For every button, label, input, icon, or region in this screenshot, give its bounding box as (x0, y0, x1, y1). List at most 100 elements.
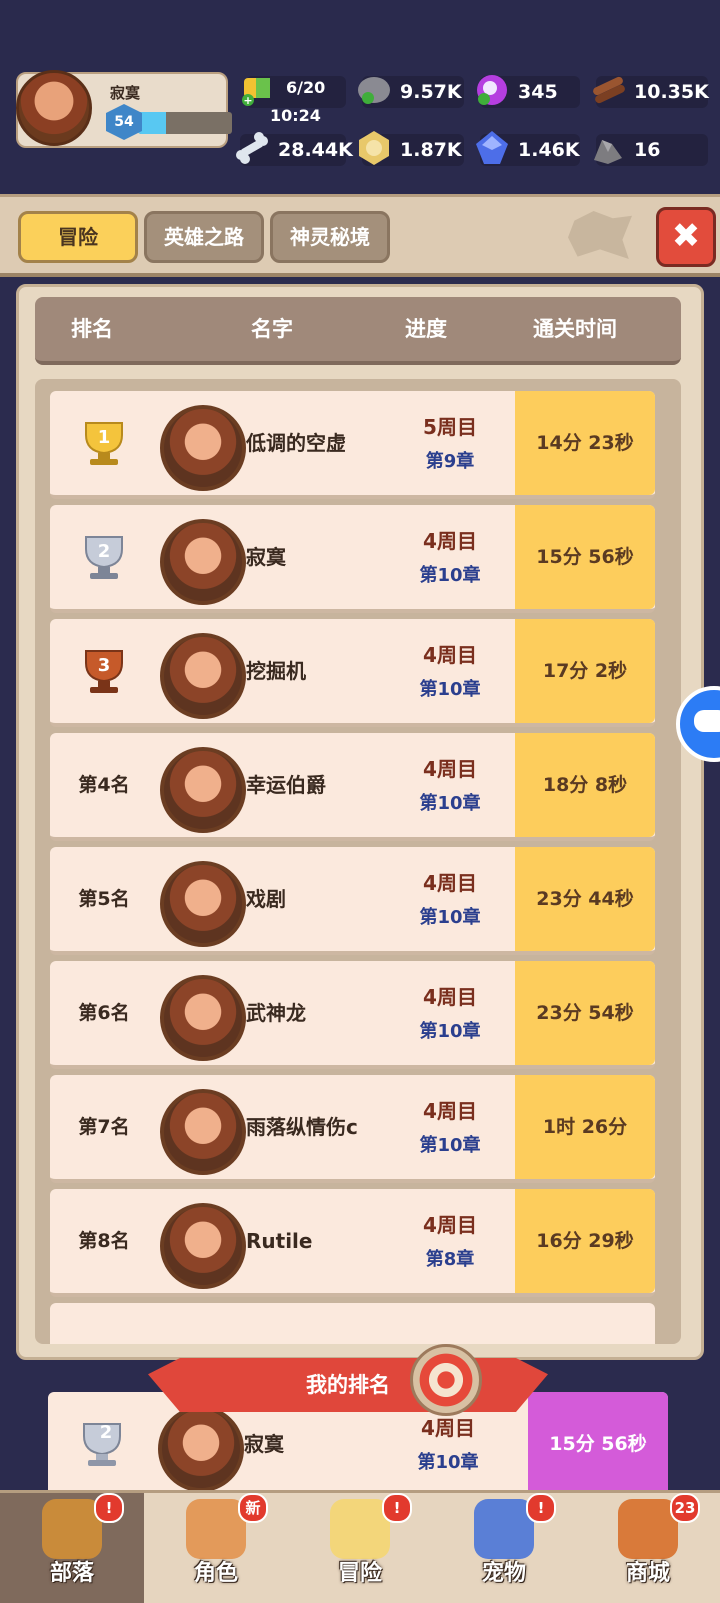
tab-hero-road[interactable]: 英雄之路 (144, 211, 264, 263)
stone-value: 9.57K (400, 81, 462, 103)
clear-time: 1时 26分 (515, 1075, 655, 1179)
tab-bar: 冒险 英雄之路 神灵秘境 ✖ (0, 194, 720, 277)
clear-time: 18分 8秒 (515, 733, 655, 837)
player-avatar[interactable] (160, 861, 246, 947)
tab-divine-realm[interactable]: 神灵秘境 (270, 211, 390, 263)
rank-label: 第4名 (78, 774, 130, 796)
nav-label: 宠物 (481, 1561, 526, 1586)
energy-timer: 10:24 (270, 106, 321, 125)
table-row-partial[interactable] (50, 1303, 655, 1344)
player-name: 幸运伯爵 (246, 773, 326, 797)
chapter-label: 第9章 (425, 451, 475, 472)
bone-value: 28.44K (278, 139, 353, 161)
coin-icon (359, 131, 389, 165)
purple-gem-resource[interactable]: 345 (477, 75, 580, 108)
rank-number: 3 (97, 655, 111, 676)
clear-time: 16分 29秒 (515, 1189, 655, 1293)
table-row[interactable]: 1 低调的空虚 5周目 第9章 14分 23秒 (50, 391, 655, 499)
ore-value: 16 (634, 139, 661, 161)
player-name: 挖掘机 (246, 659, 306, 683)
chapter-label: 第10章 (419, 565, 481, 586)
adventure-map-icon (330, 1499, 390, 1559)
table-row[interactable]: 第7名 雨落纵情伤c 4周目 第10章 1时 26分 (50, 1075, 655, 1183)
my-chapter: 第10章 (417, 1452, 479, 1473)
rank-number: 2 (97, 541, 111, 562)
player-avatar[interactable] (160, 747, 246, 833)
player-card[interactable]: 寂寞 54 (16, 70, 232, 148)
player-avatar[interactable] (160, 1089, 246, 1175)
player-name: 戏剧 (246, 887, 286, 911)
crystal-icon (476, 131, 508, 164)
player-name: 寂寞 (110, 84, 141, 102)
chapter-label: 第10章 (419, 1021, 481, 1042)
table-row[interactable]: 第5名 戏剧 4周目 第10章 23分 44秒 (50, 847, 655, 955)
chapter-label: 第10章 (419, 1135, 481, 1156)
chapter-label: 第10章 (419, 793, 481, 814)
table-row[interactable]: 3 挖掘机 4周目 第10章 17分 2秒 (50, 619, 655, 727)
tribe-icon (42, 1499, 102, 1559)
cycle-label: 4周目 (423, 757, 477, 781)
tab-bar-decoration (568, 211, 632, 259)
player-name: Rutile (246, 1229, 313, 1253)
clear-time: 23分 44秒 (515, 847, 655, 951)
my-avatar (158, 1406, 244, 1492)
player-avatar[interactable] (160, 519, 246, 605)
bone-resource[interactable]: 28.44K (236, 132, 353, 166)
player-name: 武神龙 (246, 1001, 306, 1025)
table-row[interactable]: 2 寂寞 4周目 第10章 15分 56秒 (50, 505, 655, 613)
top-header: 寂寞 54 + 6/20 10:24 9.57K 345 10.35K 28.4… (0, 0, 720, 195)
crystal-value: 1.46K (518, 139, 580, 161)
notification-badge: ! (526, 1493, 556, 1523)
rank-number: 1 (97, 427, 111, 448)
chapter-label: 第8章 (425, 1249, 475, 1270)
column-header: 排名 名字 进度 通关时间 (35, 297, 681, 365)
leaderboard-list[interactable]: 1 低调的空虚 5周目 第9章 14分 23秒 2 寂寞 4周目 第10章 15分 56秒 3 挖掘机… (35, 379, 681, 1344)
player-avatar[interactable] (160, 1203, 246, 1289)
nav-adventure-map[interactable]: 冒险! (288, 1493, 432, 1603)
level-badge: 54 (106, 104, 142, 140)
wood-value: 10.35K (634, 81, 709, 103)
player-avatar[interactable] (160, 975, 246, 1061)
nav-label: 商城 (625, 1561, 670, 1586)
my-rank-ribbon: 我的排名 (148, 1358, 548, 1412)
table-row[interactable]: 第4名 幸运伯爵 4周目第10章 18分 8秒 (50, 733, 655, 841)
clear-time: 23分 54秒 (515, 961, 655, 1065)
chapter-label: 第10章 (419, 679, 481, 700)
wood-resource[interactable]: 10.35K (593, 76, 709, 108)
rank-label: 第5名 (78, 888, 130, 910)
table-row[interactable]: 第6名 武神龙 4周目 第10章 23分 54秒 (50, 961, 655, 1069)
player-avatar[interactable] (160, 405, 246, 491)
cycle-label: 4周目 (423, 1099, 477, 1123)
coin-resource[interactable]: 1.87K (359, 131, 464, 166)
player-avatar[interactable] (16, 70, 92, 146)
purple-gem-icon (477, 75, 507, 105)
rank-label: 第7名 (78, 1116, 130, 1138)
crystal-resource[interactable]: 1.46K (476, 131, 580, 166)
nav-shop[interactable]: 商城 23 (576, 1493, 720, 1603)
nav-pet[interactable]: 宠物! (432, 1493, 576, 1603)
xp-bar (138, 112, 232, 134)
notification-badge: 23 (670, 1493, 700, 1523)
clear-time: 14分 23秒 (515, 391, 655, 495)
column-progress: 进度 (405, 317, 447, 341)
column-clear-time: 通关时间 (533, 317, 617, 341)
table-row[interactable]: 第8名 Rutile 4周目 第8章 16分 29秒 (50, 1189, 655, 1297)
tab-adventure[interactable]: 冒险 (18, 211, 138, 263)
chapter-label: 第10章 (419, 907, 481, 928)
xp-bar-fill (138, 112, 167, 134)
stone-resource[interactable]: 9.57K (358, 76, 464, 108)
player-avatar[interactable] (160, 633, 246, 719)
nav-tribe[interactable]: 部落! (0, 1493, 144, 1603)
column-rank: 排名 (71, 317, 113, 341)
my-cycle: 4周目 (421, 1416, 475, 1440)
clear-time: 15分 56秒 (515, 505, 655, 609)
close-icon: ✖ (671, 216, 701, 256)
rank-label: 第8名 (78, 1230, 130, 1252)
bottom-nav: 部落! 角色新冒险! 宠物! 商城 23 (0, 1490, 720, 1603)
ore-resource[interactable]: 16 (594, 134, 708, 166)
shop-icon (618, 1499, 678, 1559)
close-button[interactable]: ✖ (656, 207, 716, 267)
player-name: 寂寞 (246, 545, 286, 569)
nav-character[interactable]: 角色 新 (144, 1493, 288, 1603)
energy-resource[interactable]: + 6/20 10:24 (242, 76, 346, 125)
